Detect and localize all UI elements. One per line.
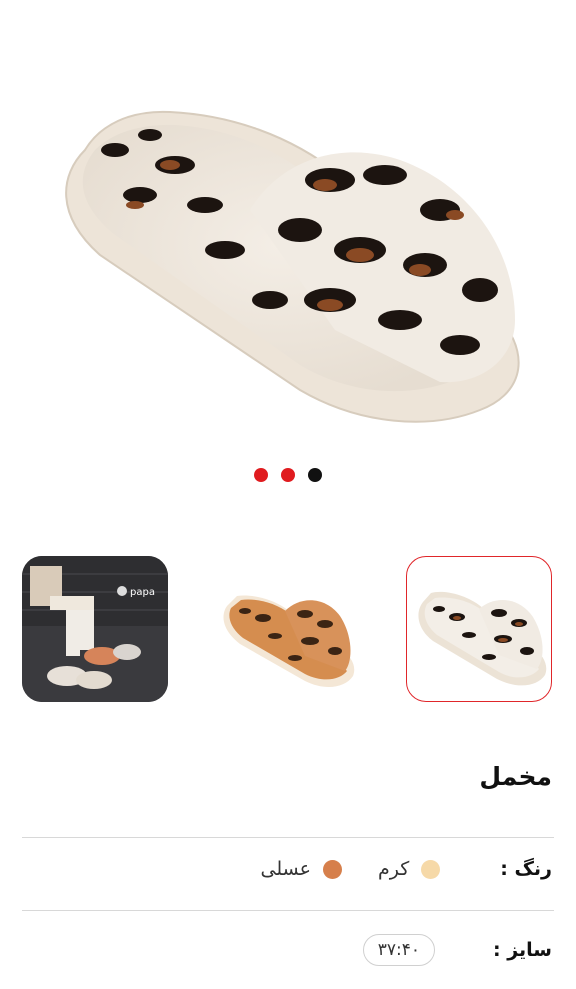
honey-slipper-image [223,595,355,688]
size-label: سایز : [493,939,552,961]
color-option-honey[interactable]: عسلی [261,858,342,880]
divider [22,910,554,911]
lifestyle-photo-image: papa [22,556,168,702]
carousel-dot-3[interactable] [308,468,322,482]
honey-swatch [322,859,342,879]
thumbnail-cream-slipper[interactable] [406,556,552,702]
thumbnail-honey-slipper[interactable] [215,556,361,702]
size-row: سایز : ۳۷:۴۰ [362,934,552,966]
thumbnail-lifestyle-photo[interactable]: papa [22,556,168,702]
color-label: رنگ : [500,858,552,880]
color-row: رنگ : کرم عسلی [261,858,552,880]
cream-swatch [421,859,441,879]
leopard-slipper-illustration [65,110,520,423]
color-option-label: عسلی [260,858,311,880]
product-title: مخمل [479,762,552,791]
color-option-label: کرم [377,858,410,880]
carousel-dot-2[interactable] [281,468,295,482]
carousel-dot-1[interactable] [254,468,268,482]
color-option-cream[interactable]: کرم [377,858,441,880]
size-option[interactable]: ۳۷:۴۰ [362,934,435,966]
divider [22,837,554,838]
product-main-image[interactable] [0,0,576,455]
cream-slipper-image [418,591,547,686]
brand-logo-text: papa [130,587,155,598]
carousel-dots [0,468,576,484]
thumbnail-strip: papa [0,556,576,706]
